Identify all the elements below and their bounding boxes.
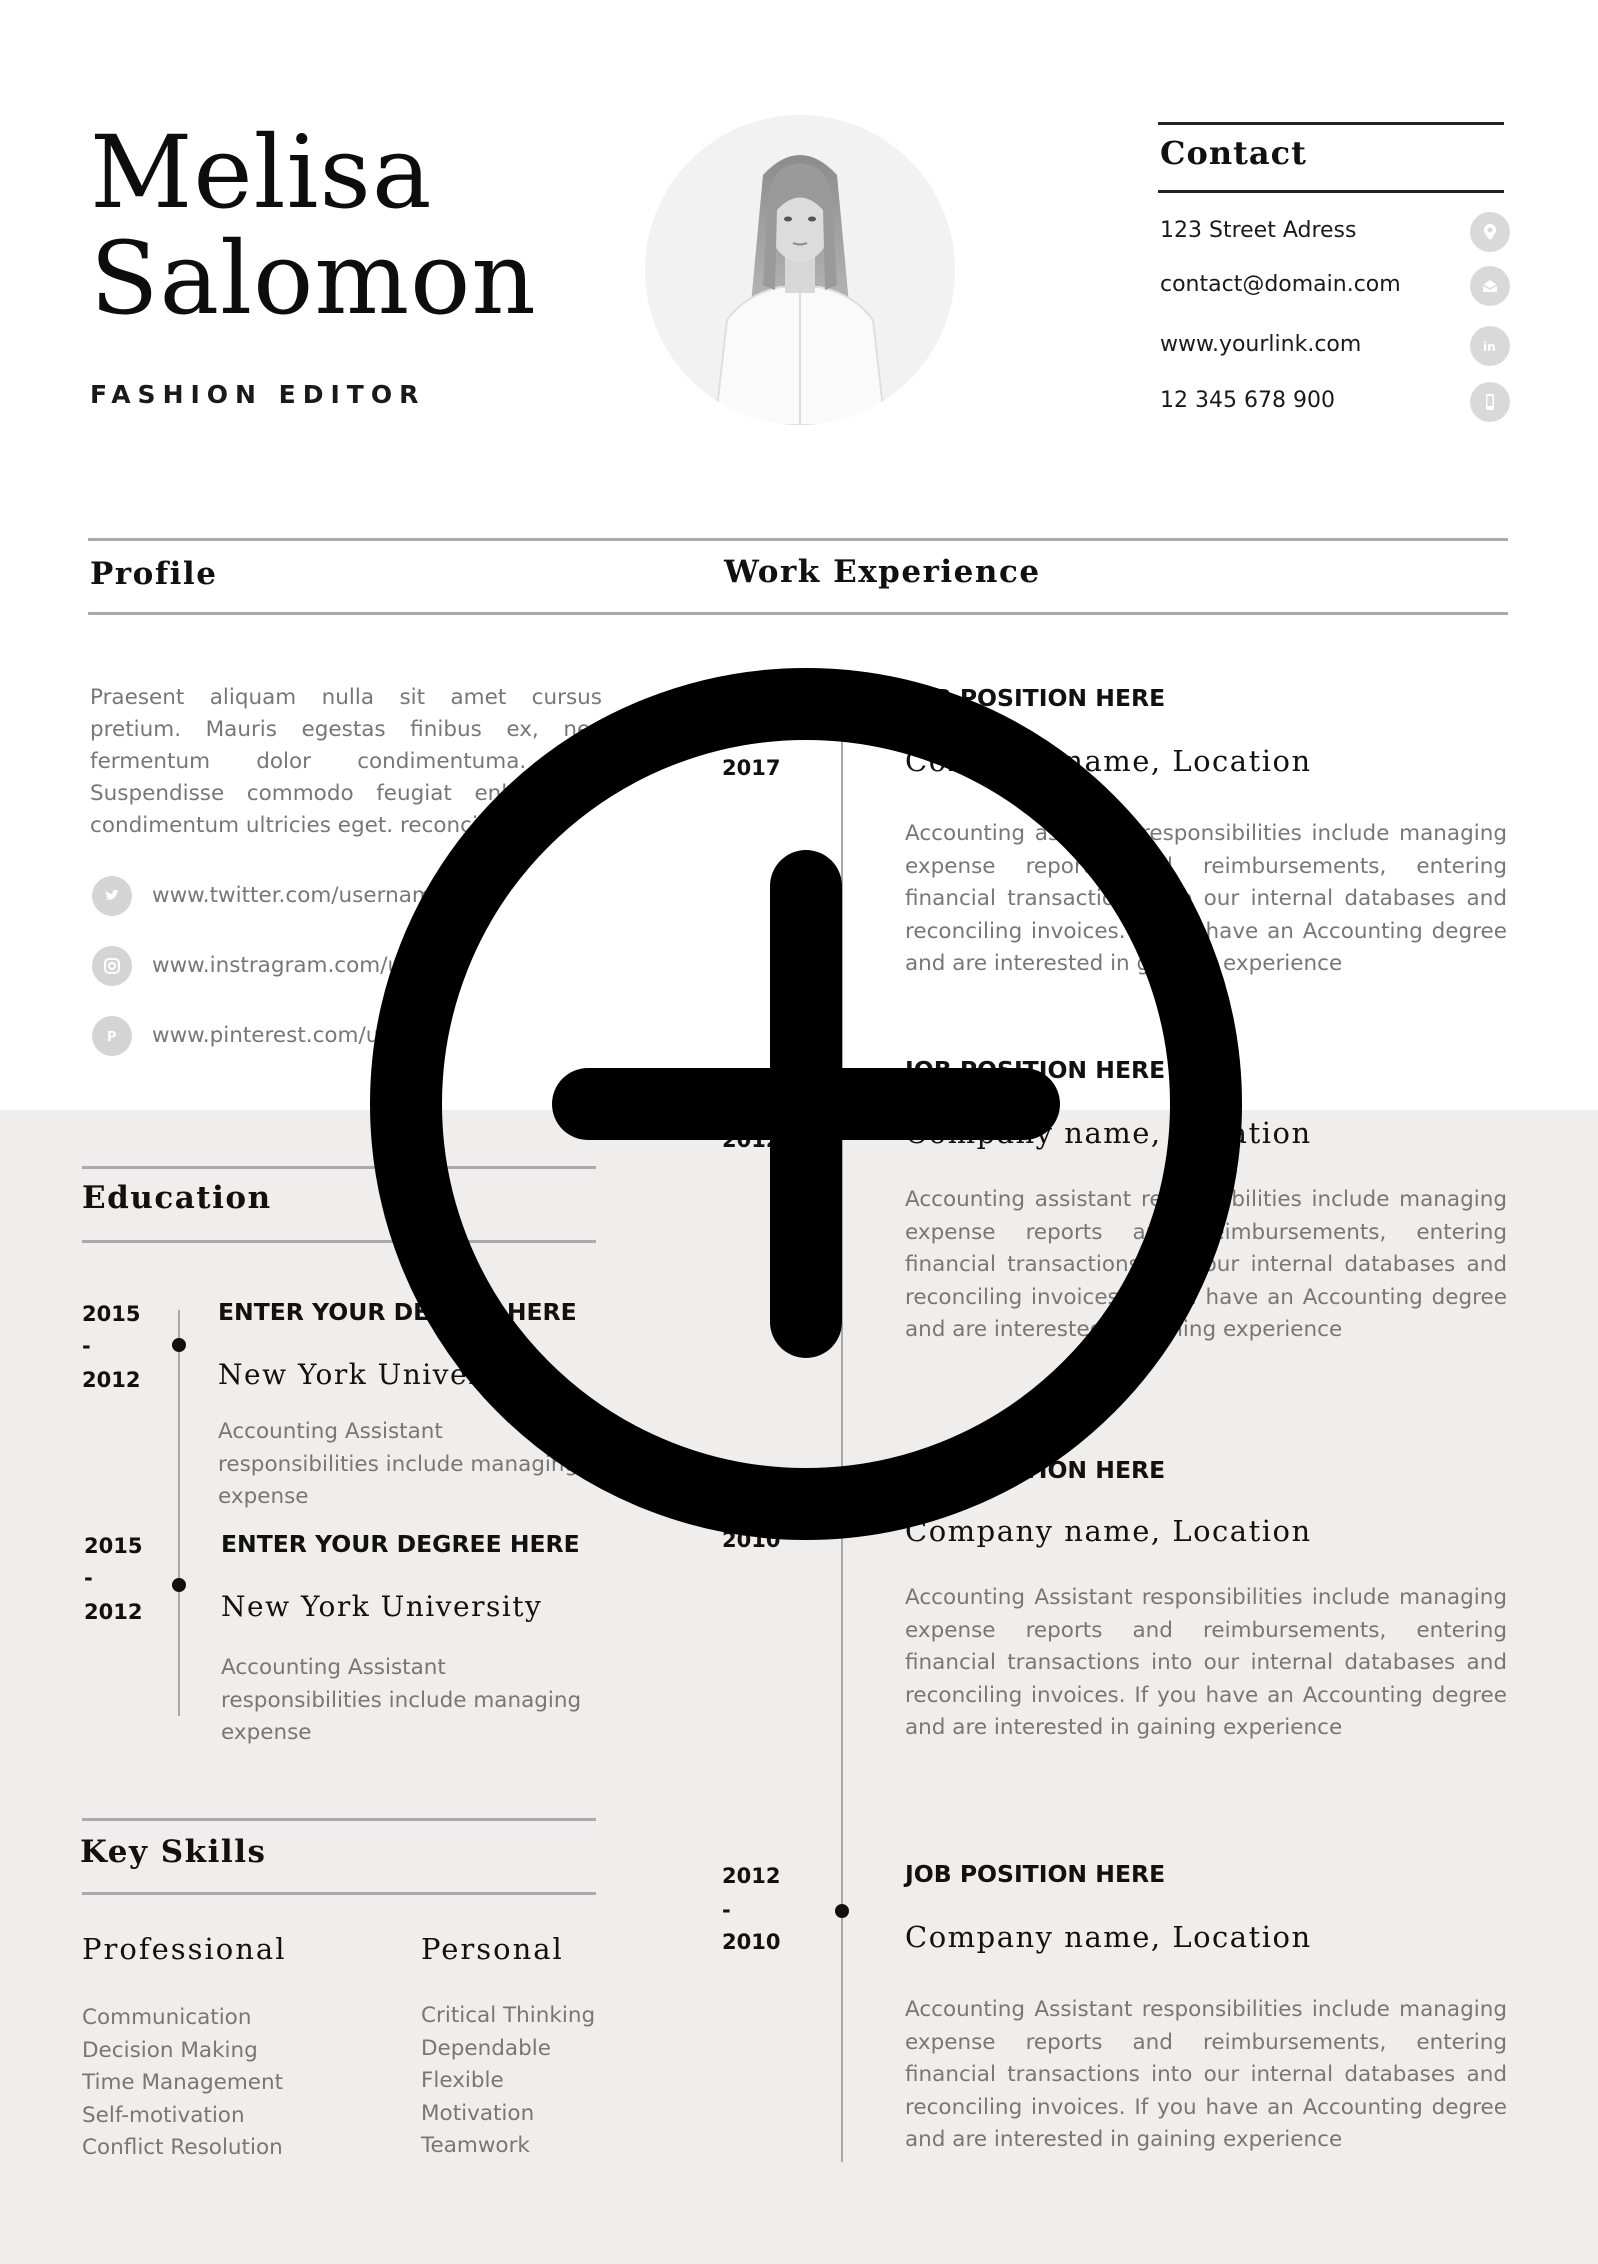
skill-item: Time Management	[82, 2070, 284, 2095]
last-name: Salomon	[90, 220, 537, 337]
email-icon	[1470, 266, 1510, 306]
job-4-timeline-dot	[835, 1904, 849, 1918]
skills-rule-bottom	[82, 1892, 596, 1895]
contact-phone-text: 12 345 678 900	[1160, 388, 1335, 413]
contact-email-text[interactable]: contact@domain.com	[1160, 272, 1401, 297]
candidate-name: Melisa Salomon	[90, 120, 537, 332]
skill-item: Conflict Resolution	[82, 2135, 283, 2160]
work-experience-heading: Work Experience	[724, 554, 1041, 590]
job-4-year-end: 2010	[722, 1930, 781, 1954]
contact-phone: 12 345 678 900	[1160, 382, 1510, 422]
job-title: FASHION EDITOR	[90, 380, 426, 409]
skill-item: Critical Thinking	[421, 2003, 596, 2028]
edu-1-dash: -	[82, 1334, 91, 1358]
edu-2-dash: -	[84, 1566, 93, 1590]
pinterest-link[interactable]: www.pinterest.com/us	[152, 1023, 391, 1048]
linkedin-icon: in	[1470, 326, 1510, 366]
skill-item: Motivation	[421, 2100, 535, 2126]
edu-2-end: 2012	[84, 1600, 143, 1624]
job-3-description: Accounting Assistant responsibilities in…	[905, 1585, 1507, 1740]
contact-rule-top	[1158, 122, 1504, 125]
svg-text:P: P	[107, 1030, 117, 1045]
twitter-icon	[92, 876, 132, 916]
skill-item: Flexible	[421, 2068, 504, 2093]
phone-icon	[1470, 382, 1510, 422]
personal-skills-list: Critical Thinking Dependable Flexible Mo…	[421, 2000, 595, 2163]
edu-2-school: New York University	[221, 1590, 543, 1623]
education-timeline-line	[178, 1310, 180, 1716]
skill-item: Dependable	[421, 2035, 551, 2061]
contact-rule-bottom	[1158, 190, 1504, 193]
contact-website[interactable]: www.yourlink.com in	[1160, 326, 1510, 366]
edu-2-description: Accounting Assistant responsibilities in…	[221, 1655, 582, 1745]
instagram-icon	[92, 946, 132, 986]
instagram-link[interactable]: www.instragram.com/u	[152, 953, 401, 978]
personal-skills-heading: Personal	[421, 1932, 564, 1966]
contact-address: 123 Street Adress	[1160, 212, 1510, 252]
profile-heading: Profile	[90, 556, 218, 592]
location-pin-icon	[1470, 212, 1510, 252]
skill-item: Decision Making	[82, 2037, 258, 2063]
job-4-position: JOB POSITION HERE	[905, 1860, 1166, 1888]
pinterest-icon: P	[92, 1016, 132, 1056]
first-name: Melisa	[90, 114, 433, 231]
professional-skills-heading: Professional	[82, 1932, 287, 1966]
skill-item: Self-motivation	[82, 2102, 245, 2128]
edu-1-timeline-dot	[172, 1338, 186, 1352]
skill-item: Communication	[82, 2005, 252, 2030]
edu-1-start: 2015	[82, 1302, 141, 1326]
skills-rule-top	[82, 1818, 596, 1821]
edu-2-timeline-dot	[172, 1578, 186, 1592]
job-4-year-start: 2012	[722, 1864, 781, 1888]
professional-skills-list: Communication Decision Making Time Manag…	[82, 2002, 283, 2165]
contact-address-text: 123 Street Adress	[1160, 218, 1357, 243]
edu-2-start: 2015	[84, 1534, 143, 1558]
job-4-description: Accounting Assistant responsibilities in…	[905, 1997, 1507, 2152]
contact-email[interactable]: contact@domain.com	[1160, 266, 1510, 306]
zoom-in-plus-icon[interactable]	[370, 668, 1242, 1540]
portrait-image	[645, 115, 955, 425]
job-4-year-dash: -	[722, 1898, 731, 1922]
section-rule-top	[88, 538, 1508, 541]
svg-text:in: in	[1483, 340, 1496, 354]
job-4-company: Company name, Location	[905, 1920, 1312, 1954]
contact-website-text[interactable]: www.yourlink.com	[1160, 332, 1361, 357]
education-heading: Education	[82, 1180, 272, 1216]
skills-heading: Key Skills	[80, 1834, 267, 1870]
contact-heading: Contact	[1160, 134, 1307, 172]
skill-item: Teamwork	[421, 2133, 530, 2158]
profile-photo	[645, 115, 955, 425]
resume-page: Melisa Salomon FASHION EDITOR Contact 12…	[0, 0, 1598, 2264]
section-rule-bottom	[88, 612, 1508, 615]
edu-1-end: 2012	[82, 1368, 141, 1392]
